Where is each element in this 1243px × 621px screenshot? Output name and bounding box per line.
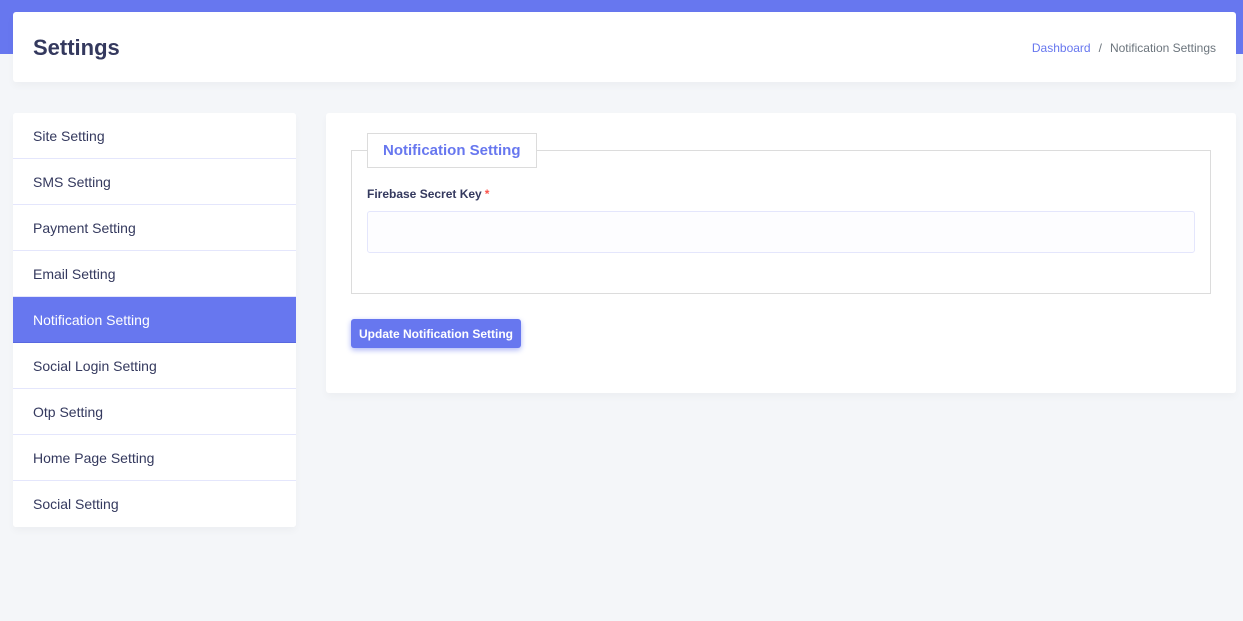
sidebar-item-site-setting[interactable]: Site Setting xyxy=(13,113,296,159)
breadcrumb-current: Notification Settings xyxy=(1109,41,1216,55)
notification-setting-card: Notification Setting Firebase Secret Key… xyxy=(326,113,1236,393)
required-asterisk: * xyxy=(484,187,490,201)
firebase-secret-key-input[interactable] xyxy=(367,211,1195,253)
sidebar-item-payment-setting[interactable]: Payment Setting xyxy=(13,205,296,251)
firebase-secret-key-label: Firebase Secret Key * xyxy=(367,187,489,201)
sidebar-item-social-login-setting[interactable]: Social Login Setting xyxy=(13,343,296,389)
update-notification-setting-button[interactable]: Update Notification Setting xyxy=(351,319,521,348)
breadcrumb-separator: / xyxy=(1098,41,1102,55)
sidebar-item-sms-setting[interactable]: SMS Setting xyxy=(13,159,296,205)
breadcrumb: Dashboard / Notification Settings xyxy=(1032,40,1216,56)
sidebar-item-otp-setting[interactable]: Otp Setting xyxy=(13,389,296,435)
page-header: Settings Dashboard / Notification Settin… xyxy=(13,12,1236,82)
fieldset-legend: Notification Setting xyxy=(367,133,537,168)
settings-sidebar: Site Setting SMS Setting Payment Setting… xyxy=(13,113,296,527)
page-title: Settings xyxy=(33,35,120,60)
sidebar-item-notification-setting[interactable]: Notification Setting xyxy=(13,297,296,343)
sidebar-item-email-setting[interactable]: Email Setting xyxy=(13,251,296,297)
sidebar-item-social-setting[interactable]: Social Setting xyxy=(13,481,296,527)
firebase-secret-key-label-text: Firebase Secret Key xyxy=(367,187,482,201)
breadcrumb-dashboard-link[interactable]: Dashboard xyxy=(1032,40,1091,56)
sidebar-item-home-page-setting[interactable]: Home Page Setting xyxy=(13,435,296,481)
